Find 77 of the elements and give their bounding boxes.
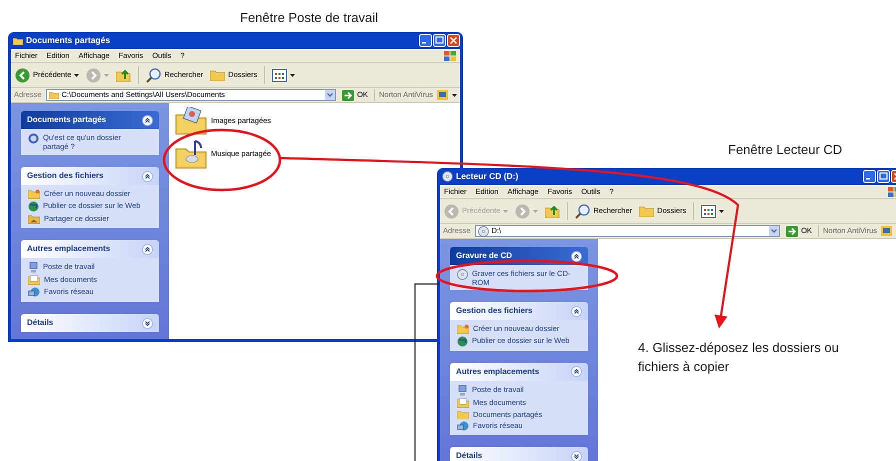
minimize-icon[interactable]	[863, 170, 876, 183]
music-folder-icon	[175, 139, 207, 169]
expand-icon[interactable]	[142, 318, 153, 328]
instruction-text: 4. Glissez-déposez les dossiers ou fichiers à copier	[638, 339, 840, 376]
panel-title: Détails	[27, 317, 54, 329]
maximize-icon[interactable]	[877, 170, 890, 183]
caret-icon	[74, 74, 80, 76]
go-arrow-icon	[342, 90, 354, 100]
panel-header[interactable]: Détails	[21, 314, 159, 332]
help-icon	[28, 133, 39, 144]
panel-header[interactable]: Gestion des fichiers	[21, 167, 159, 185]
panel-title: Gravure de CD	[456, 250, 512, 262]
globe-icon	[457, 336, 468, 348]
views-button[interactable]	[272, 68, 296, 82]
panel-title: Gestion des fichiers	[27, 170, 104, 182]
panel-title: Documents partagés	[27, 114, 106, 126]
panel-title: Autres emplacements	[27, 243, 110, 255]
search-icon	[575, 204, 590, 218]
collapse-icon[interactable]	[571, 306, 582, 317]
folder-icon	[210, 69, 226, 81]
collapse-icon[interactable]	[571, 250, 582, 262]
computer-icon	[28, 262, 39, 273]
dropdown-icon[interactable]	[325, 90, 336, 100]
folder-icon	[457, 410, 469, 420]
maximize-icon[interactable]	[433, 34, 446, 47]
panel-header[interactable]: Autres emplacements	[450, 362, 588, 381]
window-caption: Fenêtre Poste de travail	[240, 9, 378, 27]
minimize-icon[interactable]	[419, 34, 432, 47]
window-title: Documents partagés	[26, 34, 110, 47]
cd-icon	[478, 226, 489, 236]
collapse-icon[interactable]	[142, 114, 153, 126]
folder-icon	[457, 324, 469, 334]
flag-icon	[444, 50, 456, 60]
up-folder-icon[interactable]	[116, 68, 132, 82]
antivirus-icon[interactable]	[437, 90, 448, 100]
shared-folder-icon	[28, 214, 40, 224]
window-title: Lecteur CD (D:)	[456, 170, 518, 183]
views-icon	[272, 68, 288, 82]
caret-icon	[533, 210, 538, 212]
cd-icon	[457, 269, 468, 280]
picture-folder-icon	[175, 107, 207, 135]
panel-header[interactable]: Détails	[450, 447, 588, 461]
network-icon	[457, 421, 469, 432]
folder-icon	[639, 205, 654, 217]
folder-icon	[28, 189, 40, 199]
collapse-icon[interactable]	[142, 244, 153, 254]
computer-icon	[457, 384, 468, 396]
up-folder-icon[interactable]	[545, 204, 560, 218]
panel-title: Autres emplacements	[456, 366, 540, 378]
caret-icon	[503, 210, 508, 212]
collapse-icon[interactable]	[142, 170, 153, 182]
caret-icon	[719, 210, 724, 212]
panel-title: Gestion des fichiers	[456, 305, 532, 318]
search-icon	[146, 68, 162, 82]
panel-header[interactable]: Autres emplacements	[21, 240, 159, 258]
views-icon	[701, 204, 716, 218]
dropdown-icon[interactable]	[769, 226, 780, 236]
network-icon	[28, 287, 40, 298]
antivirus-icon[interactable]	[881, 226, 892, 236]
close-icon[interactable]	[447, 34, 460, 47]
panel-header[interactable]: Documents partagés	[21, 111, 159, 129]
folder-icon	[48, 91, 59, 99]
panel-header[interactable]: Gestion des fichiers	[450, 302, 588, 320]
cd-icon	[442, 171, 453, 182]
panel-title: Détails	[456, 450, 482, 461]
go-arrow-icon	[786, 226, 798, 236]
documents-folder-icon	[457, 398, 469, 408]
documents-folder-icon	[28, 275, 40, 285]
expand-icon[interactable]	[571, 450, 582, 461]
caret-icon	[104, 74, 110, 76]
caret-icon	[290, 74, 296, 76]
folder-icon	[13, 36, 23, 44]
caret-icon	[452, 94, 457, 96]
views-button[interactable]	[701, 204, 724, 218]
globe-icon	[28, 201, 39, 212]
window-caption: Fenêtre Lecteur CD	[728, 141, 842, 159]
collapse-icon[interactable]	[571, 366, 582, 378]
